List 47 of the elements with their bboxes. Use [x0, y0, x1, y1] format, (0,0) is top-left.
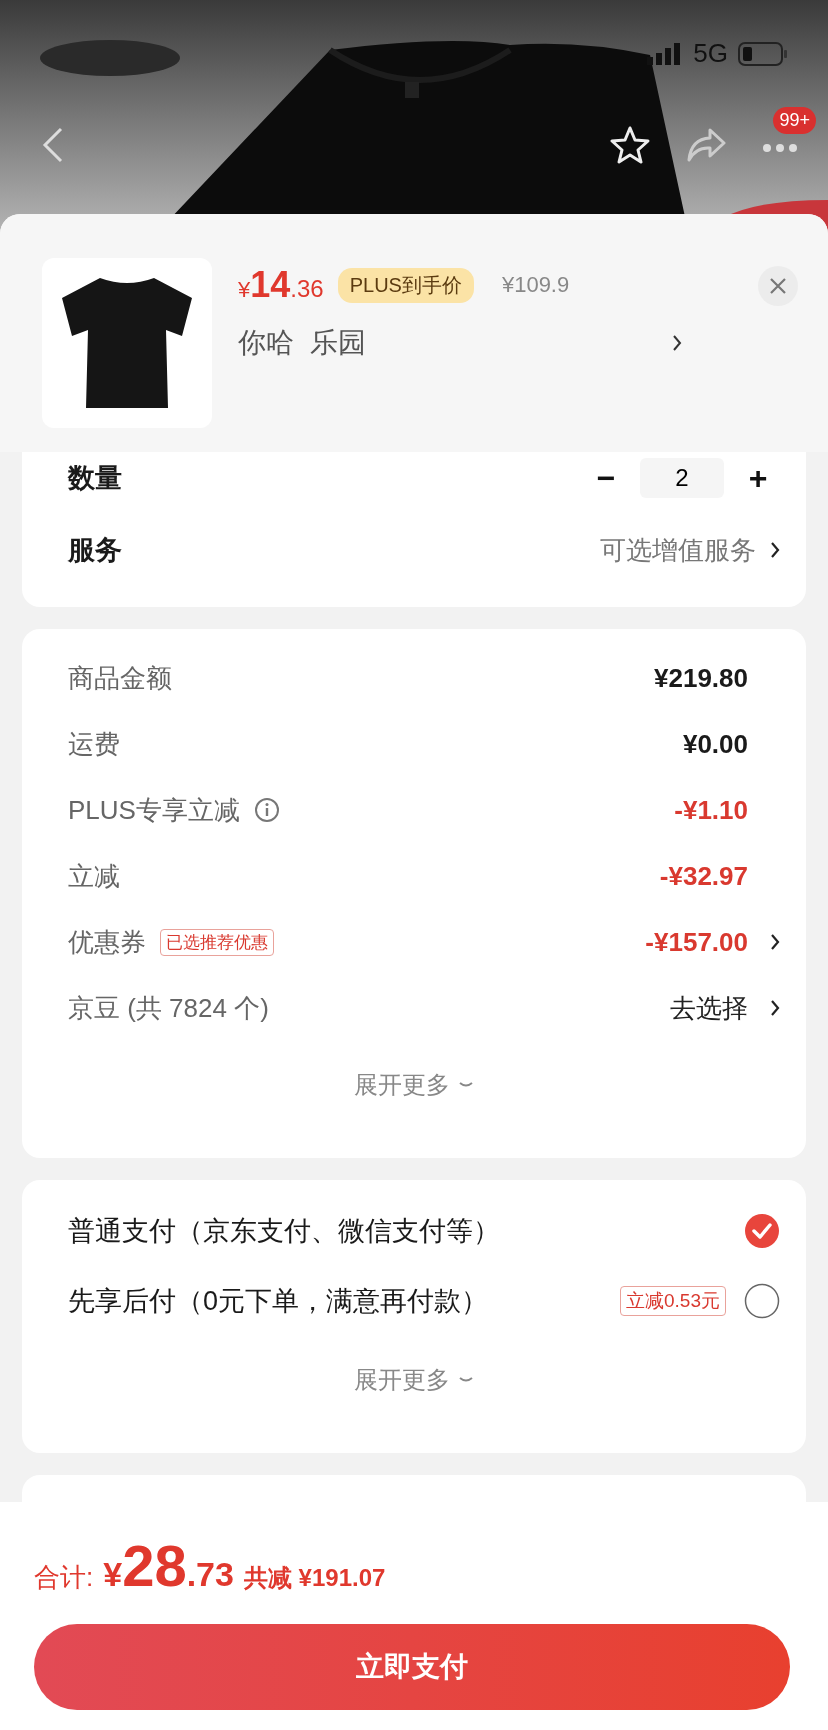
total-price: ¥28.73 [103, 1532, 234, 1599]
option-label: 数量 [68, 462, 122, 495]
payment-option[interactable]: 先享后付（0元下单，满意再付款） [68, 1283, 489, 1319]
network-label: 5G [693, 38, 728, 69]
fee-value: ¥0.00 [682, 728, 748, 760]
checked-radio-icon[interactable] [744, 1213, 780, 1249]
fee-value: -¥32.97 [659, 860, 748, 892]
battery-icon [738, 41, 788, 66]
chevron-icon[interactable] [770, 998, 780, 1018]
savings-text: 共减 ¥191.07 [243, 1563, 386, 1593]
coupon-tag: 已选推荐优惠 [160, 928, 274, 956]
discount-tag: 立减0.53元 [620, 1286, 726, 1316]
total-label: 合计: [34, 1561, 94, 1594]
fee-value: ¥219.80 [654, 662, 748, 694]
close-icon[interactable] [769, 277, 787, 295]
close-button[interactable] [758, 266, 798, 306]
minus-button[interactable]: − [584, 459, 628, 497]
fee-label: 运费 [68, 727, 120, 761]
fee-label: 优惠券 [68, 925, 146, 959]
fee-value: -¥1.10 [674, 794, 748, 826]
expand-more-button[interactable]: 展开更多 [344, 1358, 484, 1402]
product-price: ¥14.36 [238, 264, 324, 306]
info-icon[interactable] [253, 797, 280, 823]
fee-label: 京豆 (共 7824 个) [68, 991, 269, 1025]
fee-label: 立减 [68, 859, 120, 893]
option-label: 服务 [68, 534, 122, 567]
back-icon[interactable] [42, 127, 64, 163]
variant-label: 你哈 乐园 [238, 326, 366, 360]
payment-option[interactable]: 普通支付（京东支付、微信支付等） [68, 1213, 500, 1249]
quantity-field[interactable]: 2 [640, 458, 724, 498]
more-icon[interactable] [762, 143, 798, 153]
fee-value: -¥157.00 [645, 926, 748, 958]
original-price: ¥109.9 [501, 272, 570, 298]
service-link[interactable]: 可选增值服务 [600, 532, 756, 568]
pay-button[interactable]: 立即支付 [34, 1624, 790, 1710]
price-tag: PLUS到手价 [337, 267, 474, 303]
star-icon[interactable] [610, 126, 650, 164]
fee-value[interactable]: 去选择 [670, 990, 748, 1026]
expand-more-button[interactable]: 展开更多 [344, 1063, 484, 1107]
fee-label: 商品金额 [68, 661, 172, 695]
plus-button[interactable]: + [736, 459, 780, 497]
fee-label: PLUS专享立减 [68, 793, 240, 827]
chevron-icon[interactable] [770, 540, 780, 560]
chevron-icon[interactable] [672, 333, 682, 353]
chevron-icon[interactable] [770, 932, 780, 952]
share-icon[interactable] [686, 128, 726, 162]
radio-icon[interactable] [744, 1283, 780, 1319]
